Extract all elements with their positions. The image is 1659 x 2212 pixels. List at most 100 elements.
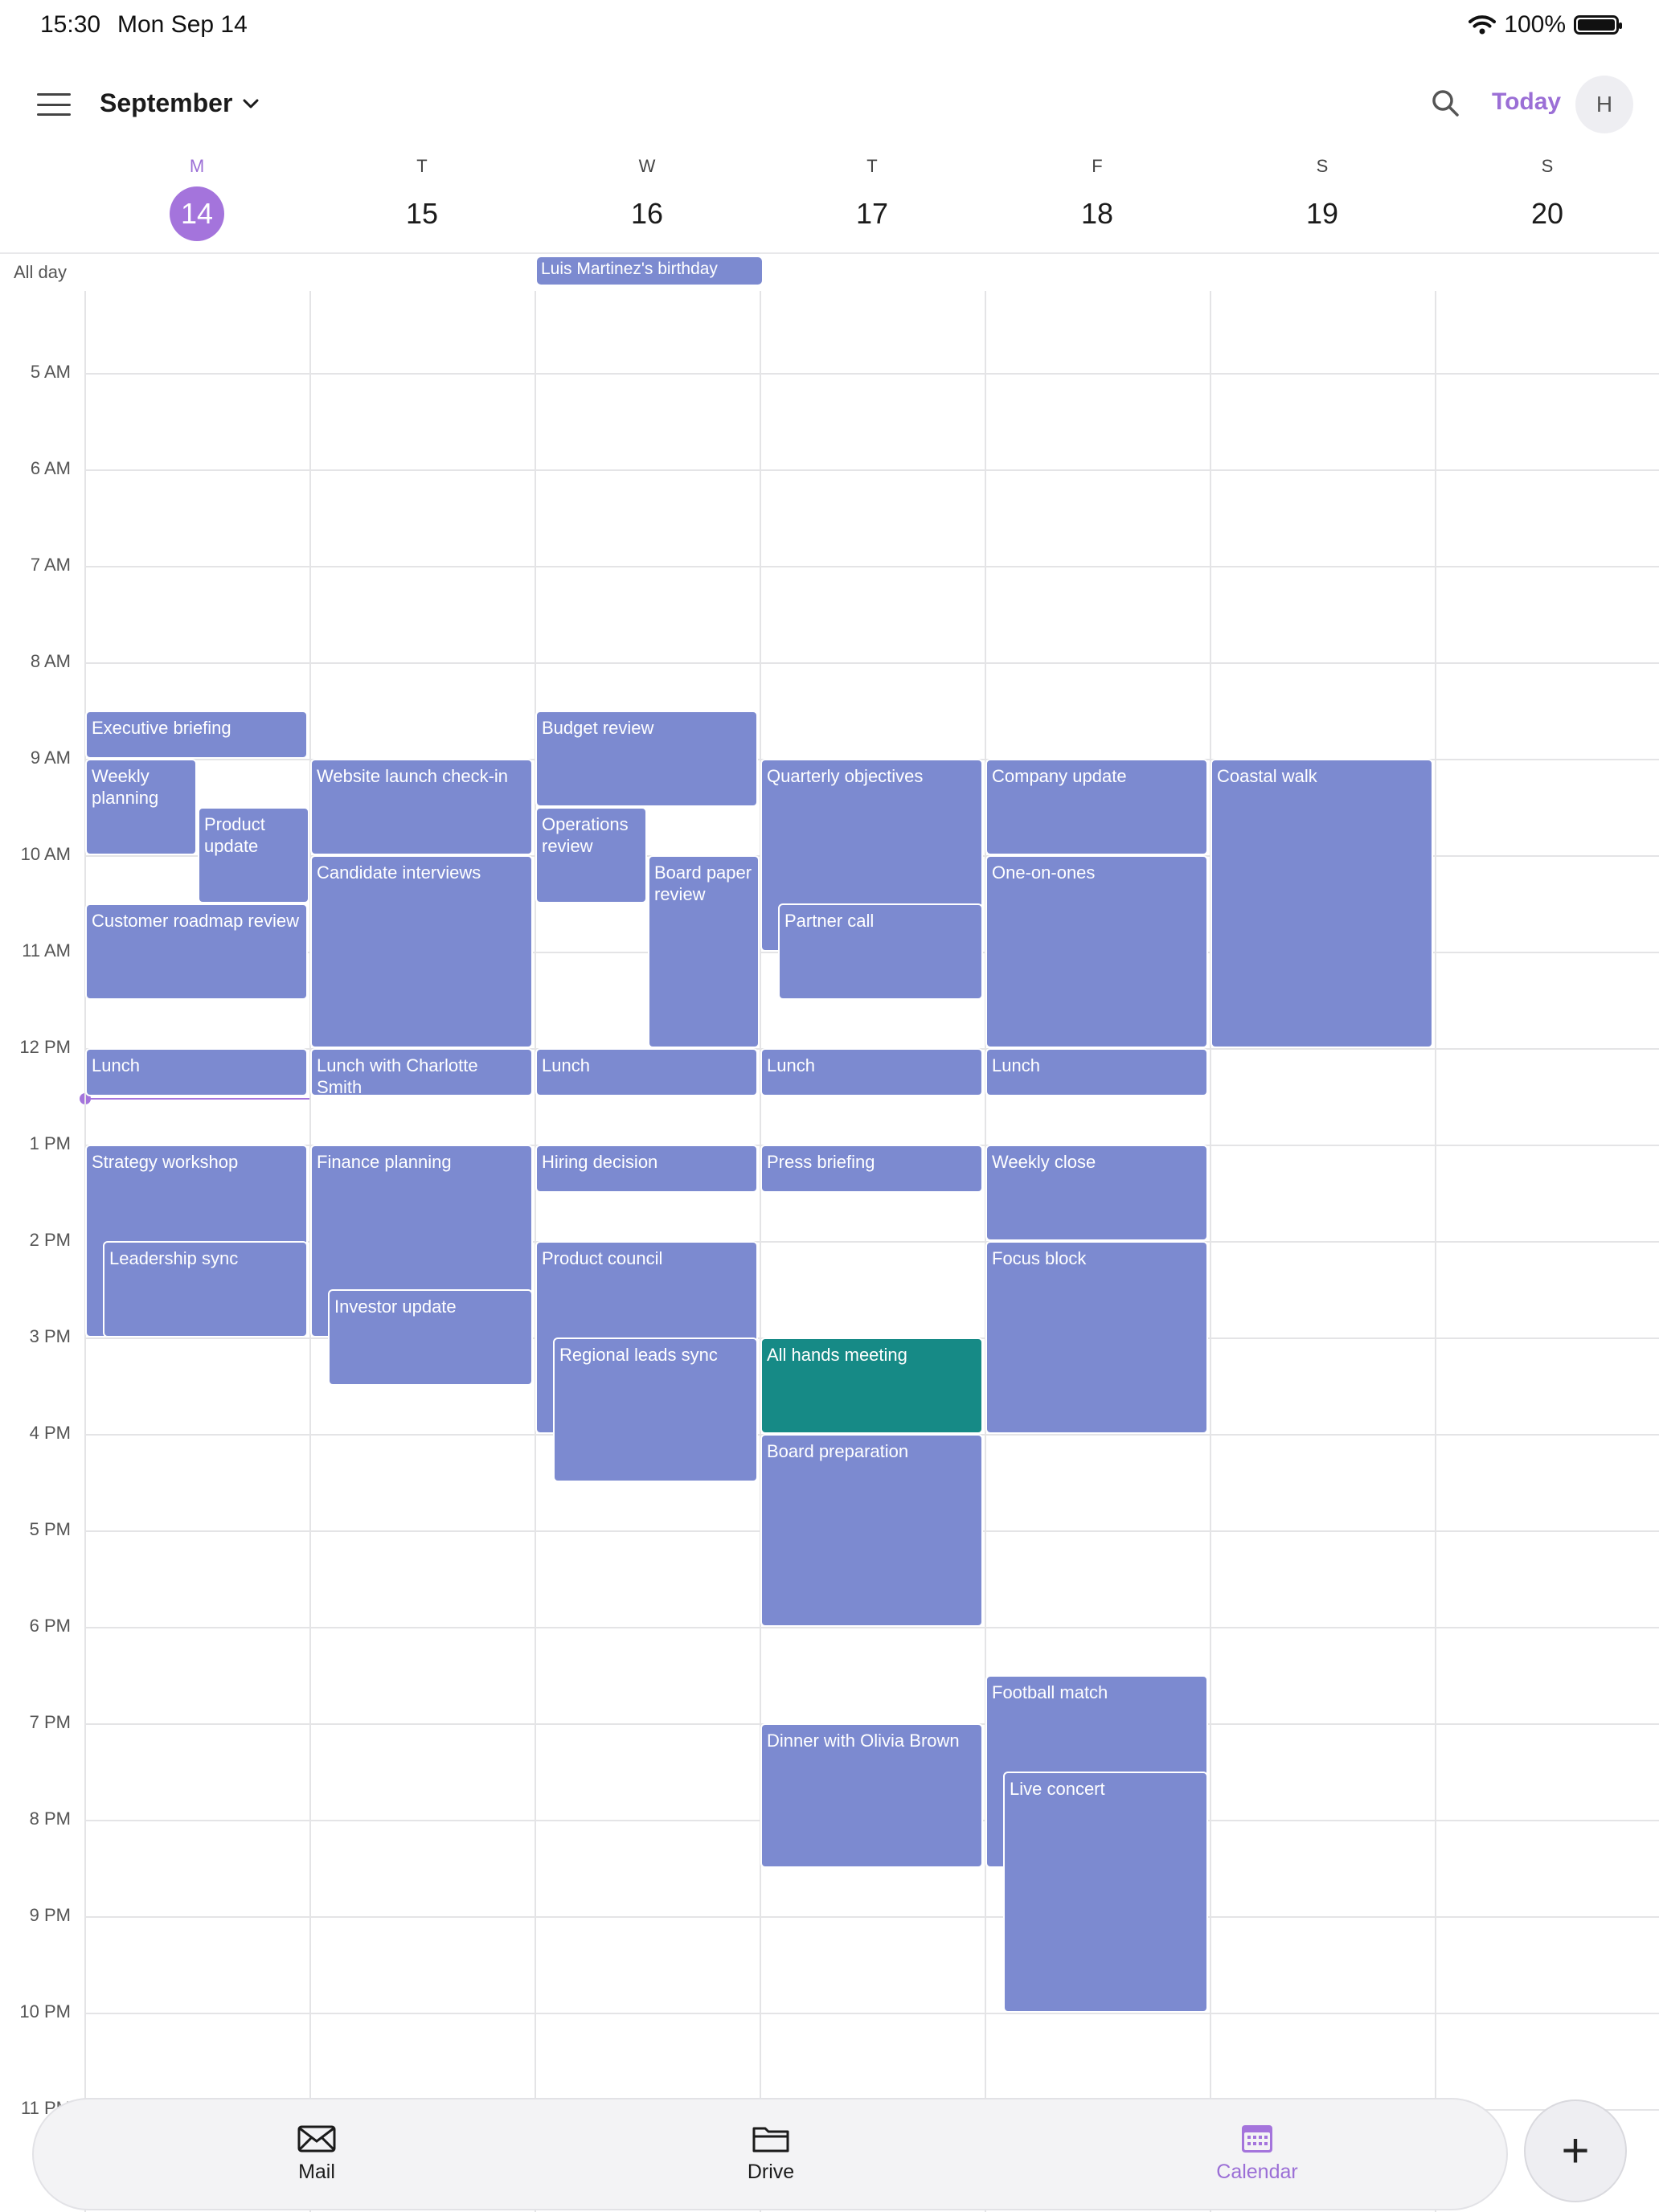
event-title: Company update (992, 766, 1127, 786)
day-letter: F (1092, 156, 1103, 176)
hour-label: 3 PM (29, 1326, 71, 1346)
calendar-event[interactable]: Operations review (535, 807, 647, 903)
calendar-event[interactable]: Partner call (778, 903, 983, 1000)
calendar-event[interactable]: Product update (198, 807, 309, 903)
event-title: Lunch (542, 1055, 590, 1075)
event-title: Dinner with Olivia Brown (767, 1731, 960, 1751)
nav-drive[interactable]: Drive (690, 2122, 851, 2184)
calendar-event[interactable]: Lunch with Charlotte Smith (310, 1048, 533, 1096)
day-header-6[interactable]: S 20 (1435, 153, 1659, 249)
day-number: 16 (630, 197, 664, 230)
search-icon[interactable] (1429, 87, 1461, 119)
hour-label: 5 PM (29, 1519, 71, 1539)
calendar-event[interactable]: Weekly planning (85, 759, 197, 855)
nav-mail[interactable]: Mail (236, 2122, 397, 2184)
mail-icon (297, 2125, 336, 2153)
nav-calendar[interactable]: Calendar (1177, 2122, 1337, 2184)
hour-label: 10 PM (19, 2001, 71, 2022)
calendar-event[interactable]: Coastal walk (1210, 759, 1433, 1048)
event-title: Lunch (767, 1055, 815, 1075)
day-header-4[interactable]: F 18 (985, 153, 1210, 249)
calendar-event[interactable]: Lunch (85, 1048, 308, 1096)
event-title: Customer roadmap review (92, 911, 299, 931)
calendar-event[interactable]: Focus block (985, 1241, 1208, 1434)
day-header-0[interactable]: M 14 (84, 153, 309, 249)
calendar-event[interactable]: Live concert (1003, 1772, 1208, 2013)
calendar-event[interactable]: Lunch (760, 1048, 983, 1096)
hour-label: 8 PM (29, 1809, 71, 1829)
day-number: 15 (405, 197, 439, 230)
event-title: Executive briefing (92, 718, 231, 738)
event-title: Product council (542, 1248, 663, 1268)
calendar-event[interactable]: Investor update (328, 1289, 533, 1386)
today-button[interactable]: Today (1492, 88, 1561, 116)
hour-label: 10 AM (20, 844, 71, 864)
event-title: Hiring decision (542, 1152, 658, 1172)
calendar-event[interactable]: Press briefing (760, 1145, 983, 1193)
hour-line (84, 469, 1659, 471)
calendar-event[interactable]: Board paper review (648, 855, 760, 1048)
event-title: Finance planning (317, 1152, 452, 1172)
calendar-event[interactable]: Lunch (535, 1048, 758, 1096)
current-time-line (84, 1098, 309, 1100)
event-title: Product update (204, 814, 265, 856)
hour-label: 8 AM (30, 651, 71, 671)
day-letter: M (189, 156, 205, 176)
calendar-event[interactable]: Candidate interviews (310, 855, 533, 1048)
nav-drive-label: Drive (747, 2161, 795, 2183)
day-letter: S (1316, 156, 1329, 176)
day-header-3[interactable]: T 17 (760, 153, 985, 249)
day-column-divider (1435, 291, 1436, 2212)
event-title: Quarterly objectives (767, 766, 924, 786)
day-header-1[interactable]: T 15 (309, 153, 535, 249)
calendar-event[interactable]: Lunch (985, 1048, 1208, 1096)
month-selector[interactable]: September (100, 88, 260, 118)
calendar-event[interactable]: Customer roadmap review (85, 903, 308, 1000)
day-number: 17 (855, 197, 889, 230)
calendar-event[interactable]: All hands meeting (760, 1337, 983, 1434)
hour-line (84, 566, 1659, 567)
event-title: Board paper review (654, 862, 752, 904)
event-title: Operations review (542, 814, 629, 856)
menu-icon[interactable] (37, 93, 71, 116)
day-number: 20 (1530, 197, 1564, 230)
nav-mail-label: Mail (298, 2161, 335, 2183)
hour-line (84, 1627, 1659, 1628)
day-number: 19 (1305, 197, 1339, 230)
event-title: Focus block (992, 1248, 1087, 1268)
calendar-event[interactable]: Hiring decision (535, 1145, 758, 1193)
calendar-event[interactable]: Dinner with Olivia Brown (760, 1723, 983, 1868)
week-grid[interactable]: 5 AM 6 AM 7 AM 8 AM 9 AM 10 AM 11 AM 12 PM 1 PM 2… (0, 291, 1659, 2212)
calendar-event[interactable]: Weekly close (985, 1145, 1208, 1241)
status-date: Mon Sep 14 (117, 11, 248, 38)
day-number: 14 (170, 186, 224, 241)
day-header-5[interactable]: S 19 (1210, 153, 1435, 249)
calendar-event[interactable]: Regional leads sync (553, 1337, 758, 1482)
add-event-button[interactable]: + (1524, 2099, 1627, 2202)
day-letter: T (416, 156, 428, 176)
calendar-event[interactable]: Company update (985, 759, 1208, 855)
day-number: 18 (1080, 197, 1114, 230)
calendar-event[interactable]: One-on-ones (985, 855, 1208, 1048)
hour-line (84, 1916, 1659, 1918)
hour-label: 7 PM (29, 1712, 71, 1732)
event-title: Football match (992, 1682, 1108, 1702)
all-day-event[interactable]: Luis Martinez's birthday (537, 257, 762, 285)
event-title: All hands meeting (767, 1345, 907, 1365)
avatar[interactable]: H (1575, 76, 1633, 133)
calendar-event[interactable]: Board preparation (760, 1434, 983, 1627)
calendar-event[interactable]: Leadership sync (103, 1241, 308, 1337)
calendar-event[interactable]: Executive briefing (85, 711, 308, 759)
status-indicators: 100% (1469, 11, 1622, 39)
day-header-2[interactable]: W 16 (535, 153, 760, 249)
hour-label: 9 PM (29, 1905, 71, 1925)
day-letter: T (866, 156, 878, 176)
status-time: 15:30 (40, 11, 101, 38)
status-bar: 15:30 Mon Sep 14 100% (0, 0, 1659, 53)
hour-label: 11 AM (22, 940, 71, 961)
month-label: September (100, 88, 233, 117)
hour-line (84, 662, 1659, 664)
calendar-event[interactable]: Website launch check-in (310, 759, 533, 855)
calendar-event[interactable]: Budget review (535, 711, 758, 807)
event-title: Strategy workshop (92, 1152, 239, 1172)
